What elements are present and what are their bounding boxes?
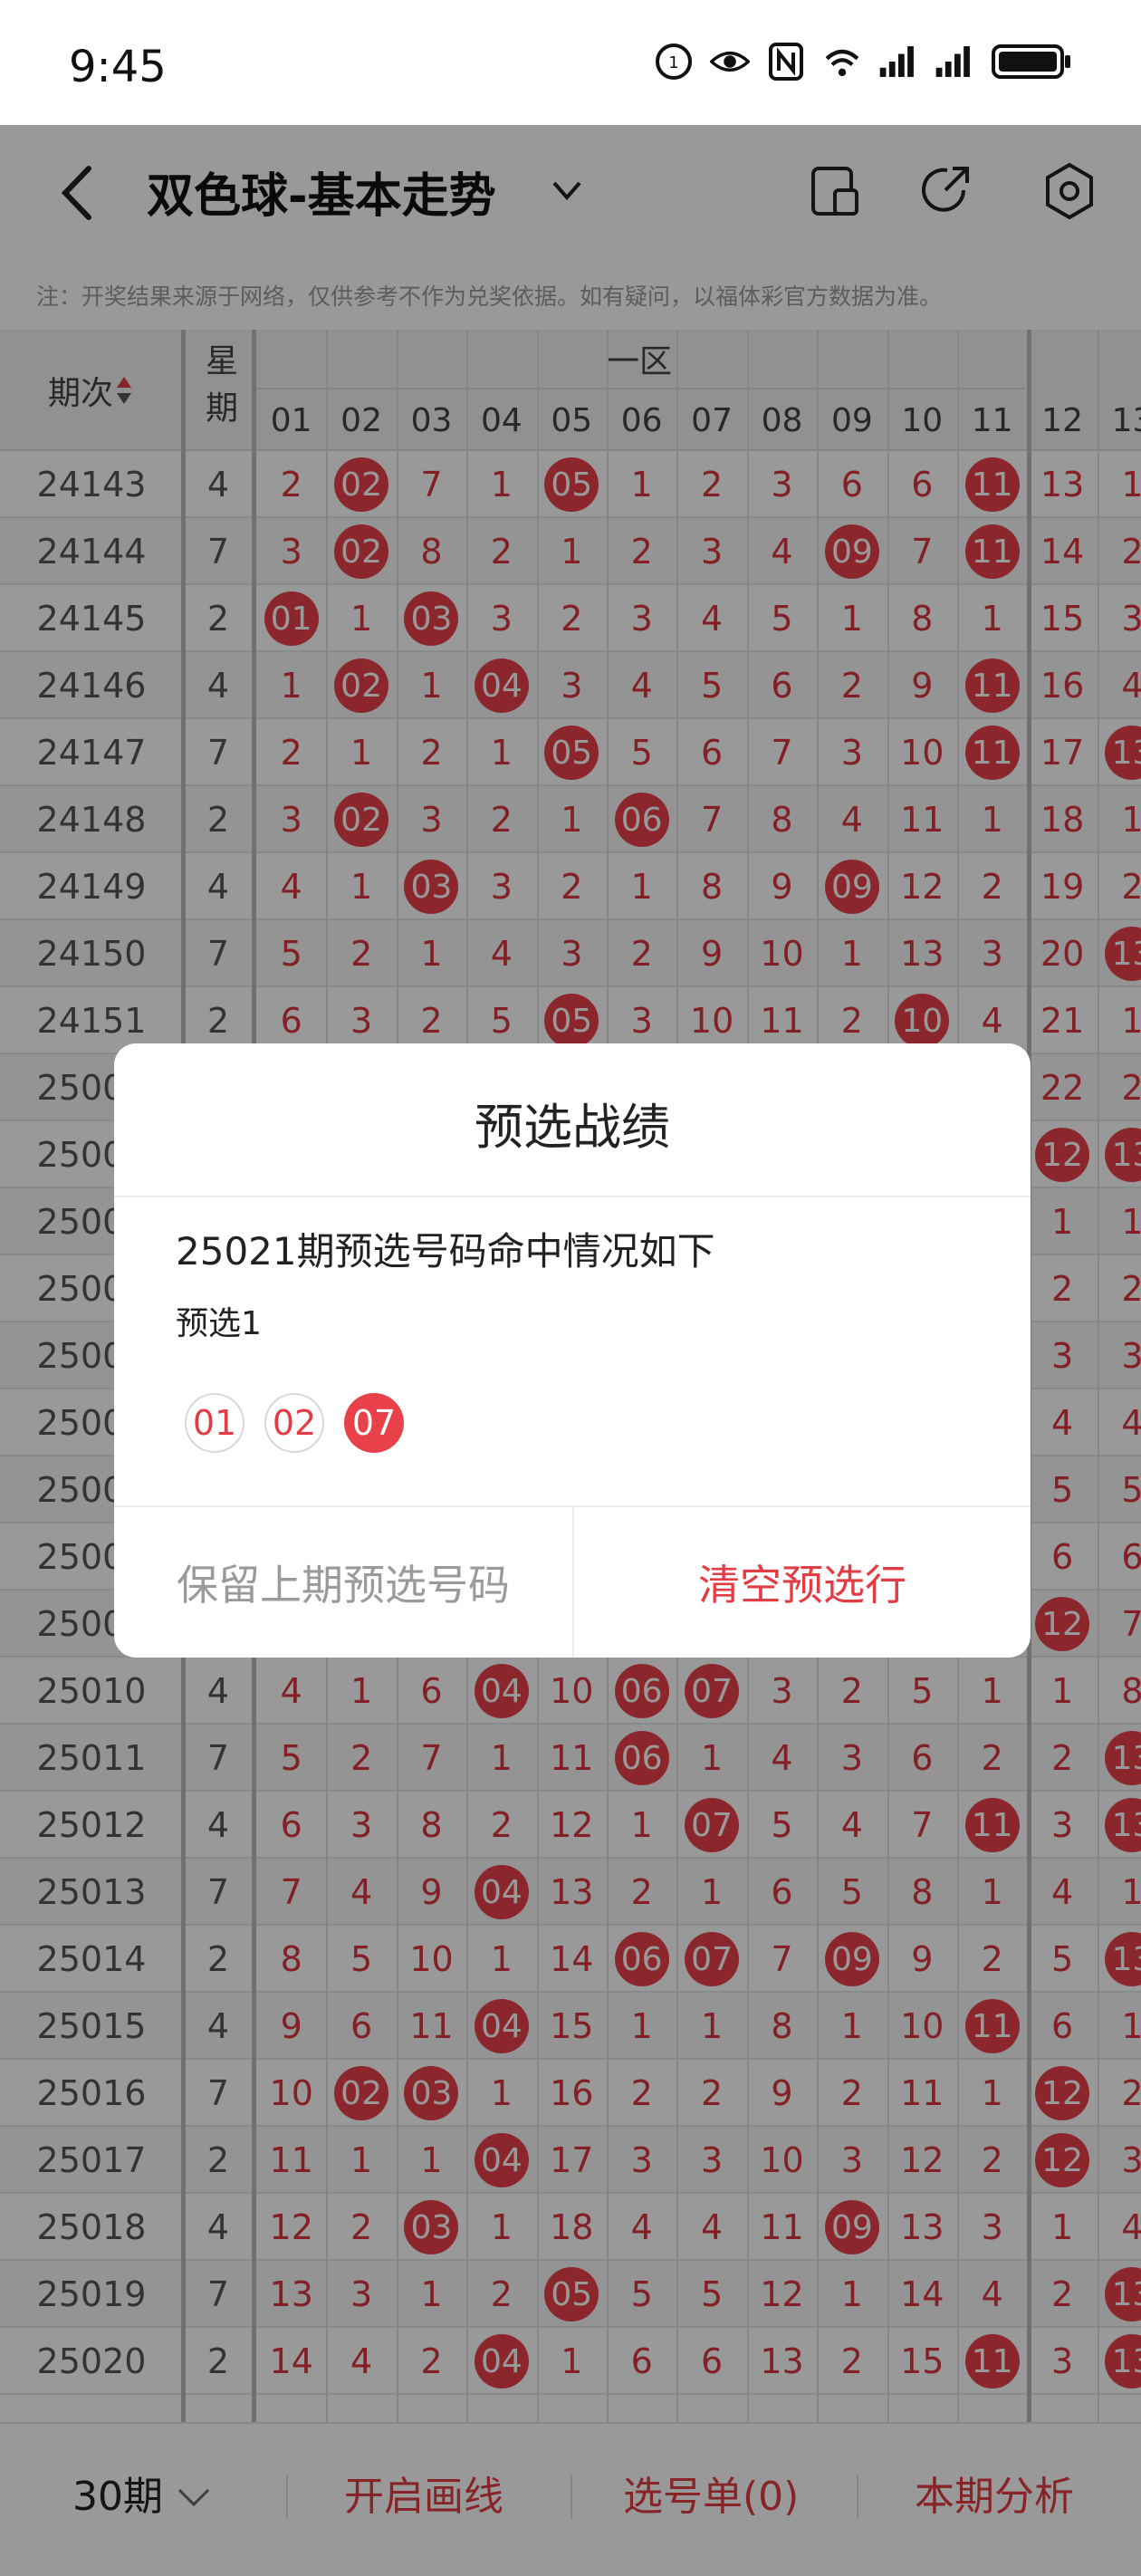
preselect-record-dialog: 预选战绩 25021期预选号码命中情况如下 预选1 01 02 07 保留上期预选号… [114,1043,1031,1658]
dialog-title: 预选战绩 [475,1099,670,1156]
preselect-balls: 01 02 07 [185,1393,404,1453]
clear-preselect-button[interactable]: 清空预选行 [574,1507,1031,1658]
status-bar: 9:45 1 [0,0,1141,125]
divider [114,1196,1031,1197]
status-time: 9:45 [69,42,167,92]
status-icons: 1 [654,42,1072,82]
hit-ball: 07 [344,1393,404,1453]
wifi-icon [822,42,862,82]
hd-icon: 1 [654,42,694,82]
dialog-message: 25021期预选号码命中情况如下 [176,1229,715,1274]
signal-icon-2 [935,42,974,82]
nfc-icon [766,42,806,82]
eye-icon [710,42,750,82]
miss-ball: 02 [264,1393,324,1453]
battery-icon [991,42,1072,82]
preselect-label: 预选1 [176,1305,262,1342]
miss-ball: 01 [185,1393,244,1453]
svg-text:1: 1 [668,53,678,72]
signal-icon [878,42,918,82]
keep-last-preselect-button[interactable]: 保留上期预选号码 [114,1507,572,1658]
